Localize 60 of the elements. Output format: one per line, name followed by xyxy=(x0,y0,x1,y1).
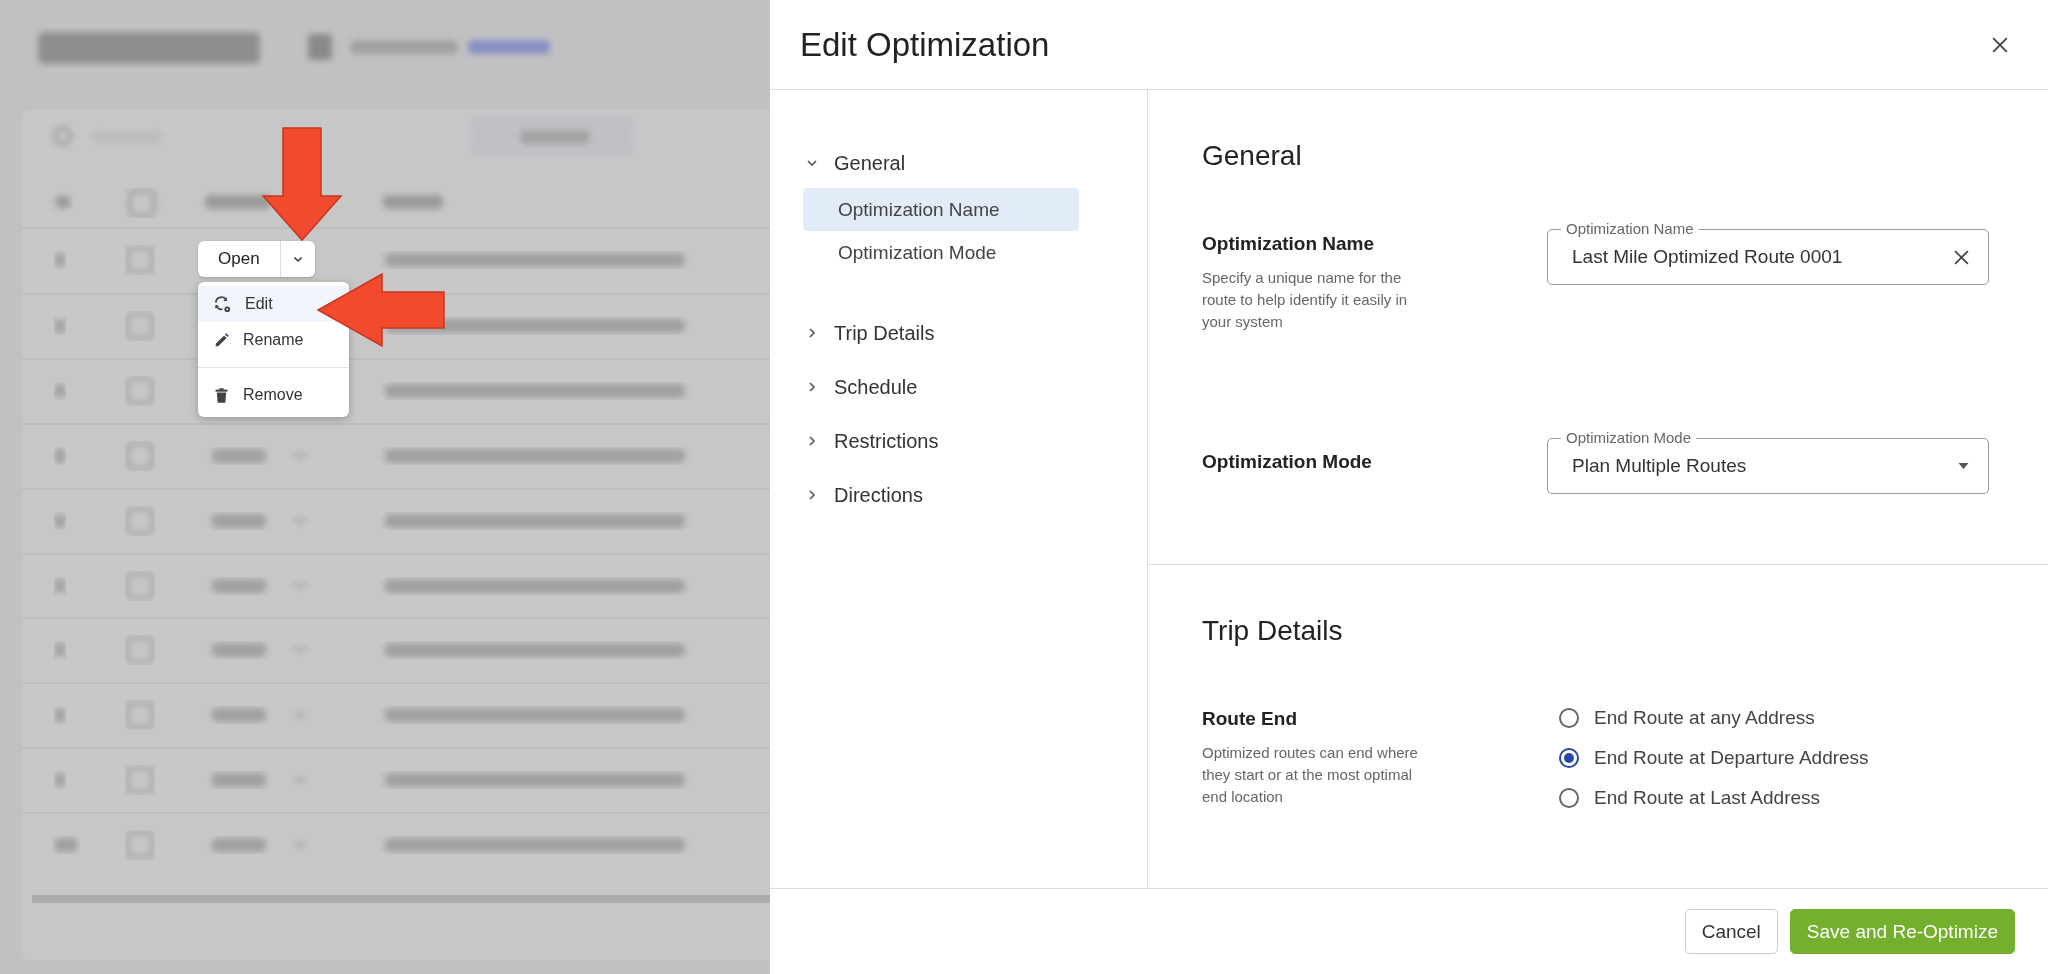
section-title: Trip Details xyxy=(1202,615,1344,647)
nav-section[interactable]: Schedule xyxy=(806,372,1147,402)
nav-section[interactable]: Trip Details xyxy=(806,318,1147,348)
pencil-icon xyxy=(213,331,230,349)
setting-label: Route End xyxy=(1202,708,1298,730)
refresh-gear-icon xyxy=(213,294,232,314)
dialog-title: Edit Optimization xyxy=(800,25,1050,64)
radio-option[interactable]: End Route at Departure Address xyxy=(1559,744,2018,771)
chevron-right-icon xyxy=(806,381,818,393)
blurred-text-bar xyxy=(55,253,65,267)
blurred-text-bar xyxy=(55,773,65,787)
setting-description: Specify a unique name for the route to help identify it easily in your system xyxy=(1202,268,1409,332)
chevron-down-icon xyxy=(806,157,818,169)
setting-description: Optimized routes can end where they start or at the most optimal end location xyxy=(1202,743,1419,807)
trash-icon xyxy=(213,386,230,404)
select-field[interactable]: Optimization Mode Plan Multiple Routes xyxy=(1547,429,1989,494)
nav-section-label: Directions xyxy=(834,483,923,507)
radio-label: End Route at any Address xyxy=(1594,706,1815,729)
chevron-right-icon xyxy=(806,435,818,447)
nav-section[interactable]: General xyxy=(806,148,1147,178)
open-button[interactable]: Open xyxy=(198,241,281,277)
blurred-text-bar xyxy=(55,838,77,852)
radio-button[interactable] xyxy=(1559,707,1579,728)
arrow-left-icon xyxy=(316,272,446,348)
setting-label: Optimization Mode xyxy=(1202,450,1372,473)
nav-item[interactable]: Optimization Name xyxy=(803,188,1079,231)
text-field[interactable]: Optimization Name Last Mile Optimized Route 0001 xyxy=(1547,220,1989,285)
menu-item[interactable]: Remove xyxy=(198,377,349,413)
radio-option[interactable]: End Route at any Address xyxy=(1559,704,2018,731)
blurred-text-bar xyxy=(55,643,65,657)
nav-item[interactable]: Optimization Mode xyxy=(803,231,1079,274)
nav-section-label: Schedule xyxy=(834,375,918,399)
radio-button[interactable] xyxy=(1559,747,1579,768)
blurred-text-bar xyxy=(55,449,65,463)
scrollbar[interactable] xyxy=(32,895,770,903)
caret-icon xyxy=(1958,463,1969,469)
close-icon xyxy=(1992,36,2008,53)
section-title: General xyxy=(1202,140,1303,172)
blurred-text-bar xyxy=(55,319,65,333)
nav-section[interactable]: Directions xyxy=(806,480,1147,510)
radio-option[interactable]: End Route at Last Address xyxy=(1559,784,2018,811)
open-split-button[interactable]: Open xyxy=(198,241,315,277)
arrow-down-icon xyxy=(261,126,343,242)
chevron-right-icon xyxy=(806,327,818,339)
menu-item[interactable]: Rename xyxy=(198,322,349,358)
nav-section[interactable]: Restrictions xyxy=(806,426,1147,456)
blurred-text-bar xyxy=(55,708,65,722)
clear-icon[interactable] xyxy=(1954,249,1969,265)
nav-section-label: General xyxy=(834,151,906,175)
radio-label: End Route at Departure Address xyxy=(1594,746,1869,769)
blurred-text-bar xyxy=(55,579,65,593)
radio-label: End Route at Last Address xyxy=(1594,786,1821,809)
cancel-button[interactable]: Cancel xyxy=(1684,909,1778,954)
blurred-text-bar xyxy=(55,384,65,398)
blurred-text-bar xyxy=(55,514,65,528)
nav-section-label: Trip Details xyxy=(834,321,935,345)
radio-button[interactable] xyxy=(1559,787,1579,808)
setting-label: Optimization Name xyxy=(1202,233,1376,255)
chevron-right-icon xyxy=(806,489,818,501)
nav-section-label: Restrictions xyxy=(834,429,939,453)
